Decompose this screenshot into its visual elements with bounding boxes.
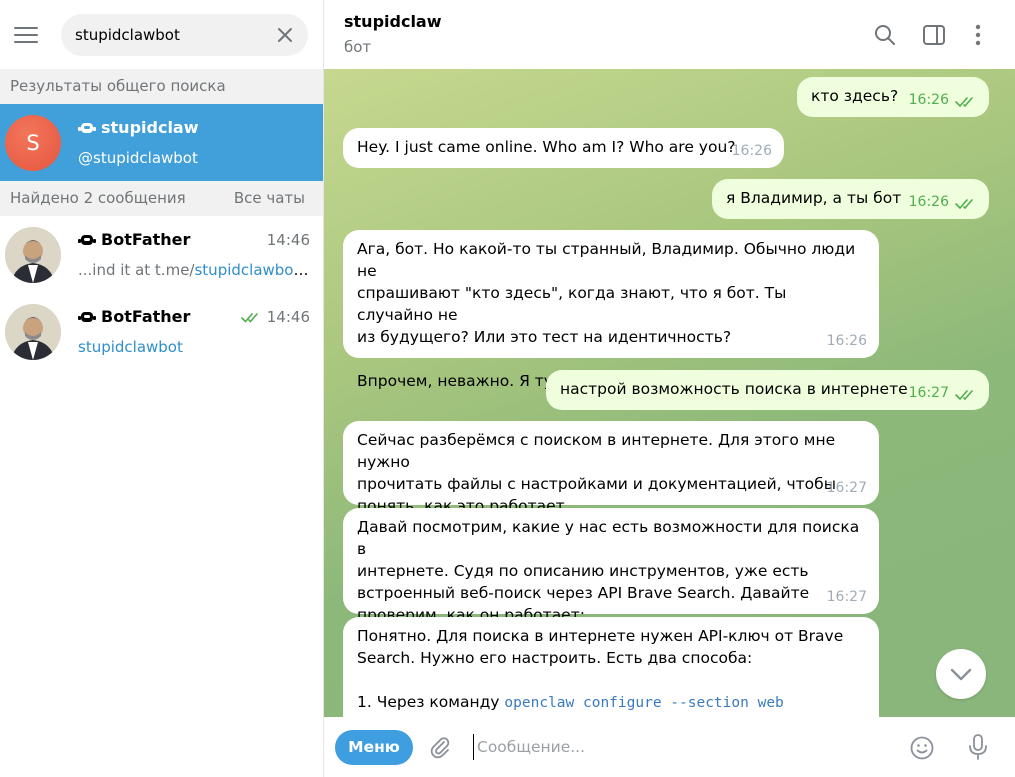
message-result[interactable]: BotFather 14:46 stupidclawbot bbox=[0, 293, 323, 370]
scroll-down-button[interactable] bbox=[936, 649, 986, 699]
message-line: прочитать файлы с настройками и документ… bbox=[357, 475, 836, 493]
message-text: настрой возможность поиска в интернете bbox=[560, 380, 908, 398]
message-input[interactable] bbox=[473, 734, 877, 760]
message-outgoing[interactable]: кто здесь? 16:26 bbox=[797, 77, 989, 117]
message-outgoing[interactable]: настрой возможность поиска в интернете 1… bbox=[546, 370, 989, 410]
message-line: из будущего? Или это тест на идентичност… bbox=[357, 328, 732, 346]
chat-name-text: BotFather bbox=[101, 230, 191, 249]
message-text: 1. Через команду bbox=[357, 693, 505, 711]
message-time: 16:27 bbox=[826, 589, 867, 605]
chat-title: stupidclaw bbox=[344, 12, 442, 31]
microphone-icon[interactable] bbox=[966, 733, 990, 761]
message-result[interactable]: BotFather 14:46 ...ind it at t.me/stupid… bbox=[0, 216, 323, 293]
chat-pane: stupidclaw бот кто здесь? 16:26 Hey. I j… bbox=[324, 0, 1015, 777]
message-incoming[interactable]: Давай посмотрим, какие у нас есть возмож… bbox=[343, 508, 879, 624]
double-check-icon bbox=[955, 97, 973, 108]
message-text: я Владимир, а ты бот bbox=[726, 189, 902, 207]
messages-area[interactable]: кто здесь? 16:26 Hey. I just came online… bbox=[324, 69, 1015, 717]
chat-name: BotFather bbox=[78, 307, 190, 326]
bot-icon bbox=[78, 234, 96, 245]
message-composer: Меню bbox=[324, 717, 1015, 777]
chat-subtitle: бот bbox=[344, 38, 372, 56]
message-incoming[interactable]: Hey. I just came online. Who am I? Who a… bbox=[343, 128, 784, 168]
global-results-header: Результаты общего поиска bbox=[0, 69, 323, 104]
found-messages-header: Найдено 2 сообщения Все чаты bbox=[0, 181, 323, 216]
message-time: 16:26 bbox=[731, 143, 772, 159]
double-check-icon bbox=[955, 390, 973, 401]
message-line: Ага, бот. Но какой-то ты странный, Влади… bbox=[357, 240, 856, 280]
snippet-text: ...ind it at t.me/ bbox=[78, 261, 195, 279]
message-line bbox=[357, 669, 865, 691]
search-box bbox=[61, 14, 308, 56]
snippet-link: stupidclawbot... bbox=[194, 261, 313, 279]
telegram-window: Результаты общего поиска S stupidclaw @s… bbox=[0, 0, 1015, 777]
global-results-label: Результаты общего поиска bbox=[10, 77, 226, 95]
message-snippet: ...ind it at t.me/stupidclawbot... bbox=[78, 261, 313, 279]
bot-icon bbox=[78, 122, 96, 133]
message-line: интернете. Судя по описанию инструментов… bbox=[357, 562, 809, 580]
message-text: кто здесь? bbox=[811, 87, 899, 105]
message-line: Понятно. Для поиска в интернете нужен AP… bbox=[357, 627, 844, 645]
message-line: 1. Через команду openclaw configure --se… bbox=[357, 691, 865, 714]
message-line: Сейчас разберёмся с поиском в интернете.… bbox=[357, 431, 836, 471]
message-time: 16:27 bbox=[908, 385, 949, 401]
botfather-avatar-icon bbox=[5, 227, 61, 283]
message-time: 16:26 bbox=[908, 92, 949, 108]
message-text: Hey. I just came online. Who am I? Who a… bbox=[357, 138, 736, 156]
bot-icon bbox=[78, 311, 96, 322]
message-outgoing[interactable]: я Владимир, а ты бот 16:26 bbox=[712, 179, 989, 219]
avatar-letter: S bbox=[26, 131, 40, 155]
close-icon[interactable] bbox=[274, 24, 296, 46]
time-text: 14:46 bbox=[266, 308, 310, 326]
message-time: 16:26 bbox=[826, 333, 867, 349]
message-time: 16:27 bbox=[826, 480, 867, 496]
menu-icon[interactable] bbox=[14, 27, 38, 43]
left-pane: Результаты общего поиска S stupidclaw @s… bbox=[0, 0, 324, 777]
snippet-link: stupidclawbot bbox=[78, 338, 183, 356]
message-line: Search. Нужно его настроить. Есть два сп… bbox=[357, 649, 753, 667]
message-line: встроенный веб-поиск через API Brave Sea… bbox=[357, 584, 810, 602]
search-result-stupidclaw[interactable]: S stupidclaw @stupidclawbot bbox=[0, 104, 323, 181]
chat-name: BotFather bbox=[78, 230, 190, 249]
bot-menu-button[interactable]: Меню bbox=[335, 730, 413, 765]
message-incoming[interactable]: Ага, бот. Но какой-то ты странный, Влади… bbox=[343, 230, 879, 390]
chat-name-text: stupidclaw bbox=[101, 118, 199, 137]
double-check-icon bbox=[955, 199, 973, 210]
sidebar-toggle-icon[interactable] bbox=[921, 22, 947, 48]
message-incoming[interactable]: Сейчас разберёмся с поиском в интернете.… bbox=[343, 421, 879, 515]
botfather-avatar-icon bbox=[5, 304, 61, 360]
chat-name: stupidclaw bbox=[78, 118, 199, 137]
double-check-icon bbox=[240, 312, 258, 323]
code-snippet[interactable]: openclaw configure --section web bbox=[504, 695, 783, 711]
more-options-icon[interactable] bbox=[965, 22, 991, 48]
emoji-icon[interactable] bbox=[909, 735, 935, 761]
chat-username: @stupidclawbot bbox=[78, 149, 198, 167]
message-snippet: stupidclawbot bbox=[78, 338, 313, 356]
message-time: 14:46 bbox=[240, 308, 310, 326]
message-time: 16:26 bbox=[908, 194, 949, 210]
message-line: спрашивают "кто здесь", когда знают, что… bbox=[357, 284, 787, 324]
message-line bbox=[357, 348, 865, 370]
found-messages-label: Найдено 2 сообщения bbox=[10, 189, 186, 207]
chevron-down-icon bbox=[950, 668, 972, 681]
avatar bbox=[5, 304, 61, 360]
avatar: S bbox=[5, 115, 61, 171]
time-text: 14:46 bbox=[266, 231, 310, 249]
paperclip-icon[interactable] bbox=[428, 735, 452, 759]
all-chats-button[interactable]: Все чаты bbox=[234, 181, 305, 216]
chat-header[interactable]: stupidclaw бот bbox=[324, 0, 1015, 70]
message-time: 14:46 bbox=[267, 231, 310, 249]
search-icon[interactable] bbox=[872, 22, 898, 48]
avatar bbox=[5, 227, 61, 283]
search-input[interactable] bbox=[75, 14, 275, 56]
message-incoming[interactable]: Понятно. Для поиска в интернете нужен AP… bbox=[343, 617, 879, 717]
left-topbar bbox=[0, 0, 323, 69]
chat-name-text: BotFather bbox=[101, 307, 191, 326]
message-line: Давай посмотрим, какие у нас есть возмож… bbox=[357, 518, 860, 558]
